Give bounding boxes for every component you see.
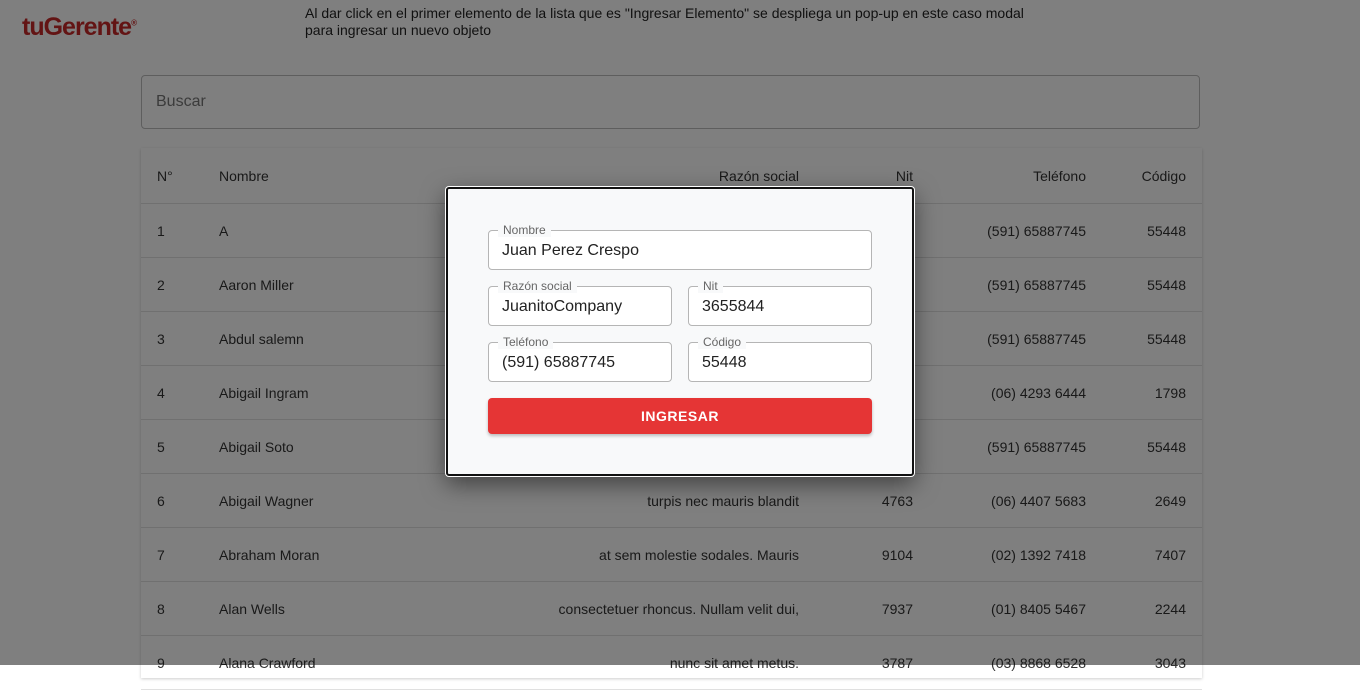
telefono-input[interactable] bbox=[489, 343, 671, 381]
nit-input[interactable] bbox=[689, 287, 871, 325]
telefono-field: Teléfono bbox=[488, 335, 672, 382]
nombre-field: Nombre bbox=[488, 223, 872, 270]
ingresar-button[interactable]: INGRESAR bbox=[488, 398, 872, 434]
new-item-modal: Nombre Razón social Nit Teléfono Código … bbox=[446, 187, 914, 476]
nombre-input[interactable] bbox=[489, 231, 871, 269]
nit-field: Nit bbox=[688, 279, 872, 326]
codigo-input[interactable] bbox=[689, 343, 871, 381]
razon-social-field: Razón social bbox=[488, 279, 672, 326]
codigo-field: Código bbox=[688, 335, 872, 382]
razon-social-input[interactable] bbox=[489, 287, 671, 325]
